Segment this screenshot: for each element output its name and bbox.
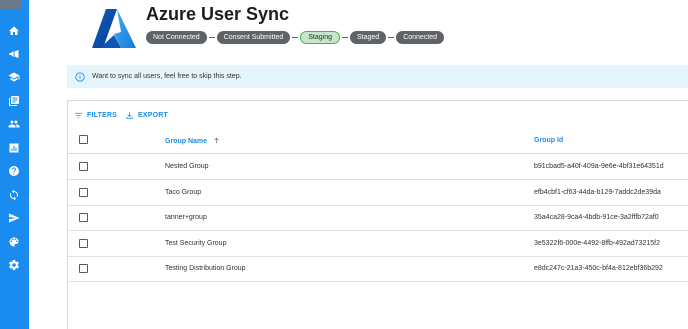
export-button[interactable]: EXPORT xyxy=(125,111,168,120)
info-banner: Want to sync all users, feel free to ski… xyxy=(67,65,688,88)
export-label: EXPORT xyxy=(138,112,169,119)
step-connector xyxy=(342,37,348,38)
groups-table: FILTERS EXPORT Group Name Group Id Neste… xyxy=(67,100,688,329)
download-icon xyxy=(126,112,133,119)
users-icon[interactable] xyxy=(7,117,21,131)
row-checkbox[interactable] xyxy=(79,239,88,248)
palette-icon[interactable] xyxy=(7,235,21,249)
step-staging: Staging xyxy=(300,31,340,44)
group-id-cell: e8dc247c-21a3-450c-bf4a-812ebf36b292 xyxy=(534,265,663,272)
row-checkbox[interactable] xyxy=(79,188,88,197)
documents-icon[interactable] xyxy=(7,94,21,108)
page-title: Azure User Sync xyxy=(146,4,290,24)
step-connector xyxy=(388,37,395,38)
table-row[interactable]: Nested Group b91cbad5-a40f-409a-9e6e-4bf… xyxy=(68,154,688,180)
group-id-cell: b91cbad5-a40f-409a-9e6e-4bf31e64351d xyxy=(534,163,664,170)
megaphone-icon[interactable] xyxy=(7,47,21,61)
table-row[interactable]: Test Security Group 3e5322f6-000e-4492-8… xyxy=(68,231,688,257)
group-name-column-header[interactable]: Group Name xyxy=(165,137,220,145)
filters-button[interactable]: FILTERS xyxy=(74,111,117,120)
send-icon[interactable] xyxy=(7,211,21,225)
home-icon[interactable] xyxy=(7,24,21,38)
table-row[interactable]: Taco Group efb4cbf1-cf63-44da-b129-7addc… xyxy=(68,180,688,206)
step-not-connected: Not Connected xyxy=(146,31,207,44)
sync-icon[interactable] xyxy=(7,188,21,202)
azure-logo xyxy=(92,9,136,48)
graduation-cap-icon[interactable] xyxy=(7,70,21,84)
step-connector xyxy=(292,37,299,38)
bar-chart-icon[interactable] xyxy=(7,141,21,155)
group-name-cell: Test Security Group xyxy=(165,240,227,247)
help-icon[interactable] xyxy=(7,164,21,178)
filters-label: FILTERS xyxy=(87,112,118,119)
table-row[interactable]: tanner+group 35a4ca28-9ca4-4bdb-91ce-3a2… xyxy=(68,205,688,231)
group-id-cell: 3e5322f6-000e-4492-8ffb-492ad73215f2 xyxy=(534,240,660,247)
row-checkbox[interactable] xyxy=(79,264,88,273)
group-id-cell: efb4cbf1-cf63-44da-b129-7addc2de39da xyxy=(534,189,661,196)
status-stepper: Not Connected Consent Submitted Staging … xyxy=(146,31,445,44)
filter-icon xyxy=(75,112,82,119)
step-connector xyxy=(208,37,215,38)
table-row[interactable]: Testing Distribution Group e8dc247c-21a3… xyxy=(68,256,688,282)
step-connected: Connected xyxy=(396,31,445,44)
sidebar xyxy=(0,0,29,329)
step-consent-submitted: Consent Submitted xyxy=(216,31,291,44)
group-id-column-header[interactable]: Group Id xyxy=(534,137,563,144)
gear-icon[interactable] xyxy=(7,258,21,272)
group-name-header-label: Group Name xyxy=(165,138,208,145)
group-id-cell: 35a4ca28-9ca4-4bdb-91ce-3a2fffb72af0 xyxy=(534,214,659,221)
group-name-cell: Testing Distribution Group xyxy=(165,265,246,272)
avatar[interactable] xyxy=(0,0,22,9)
select-all-checkbox[interactable] xyxy=(79,135,88,144)
step-staged: Staged xyxy=(350,31,387,44)
table-header: Group Name Group Id xyxy=(68,127,688,154)
sort-arrow-up-icon xyxy=(214,137,219,144)
group-name-cell: Taco Group xyxy=(165,189,202,196)
group-name-cell: tanner+group xyxy=(165,214,207,221)
group-name-cell: Nested Group xyxy=(165,163,209,170)
row-checkbox[interactable] xyxy=(79,162,88,171)
info-icon xyxy=(75,71,85,82)
row-checkbox[interactable] xyxy=(79,213,88,222)
info-text: Want to sync all users, feel free to ski… xyxy=(92,73,242,80)
table-toolbar: FILTERS EXPORT xyxy=(74,111,168,120)
